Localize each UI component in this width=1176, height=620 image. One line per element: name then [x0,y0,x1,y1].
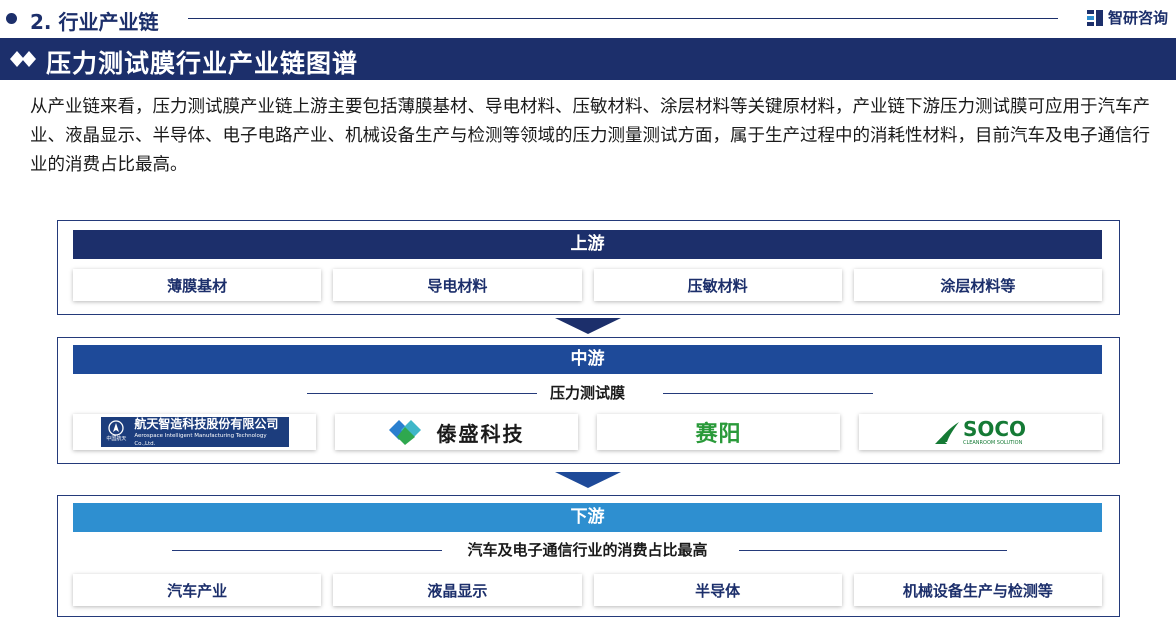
downstream-box: 下游 汽车及电子通信行业的消费占比最高 汽车产业 液晶显示 半导体 机械设备生产… [57,495,1120,617]
upstream-box: 上游 薄膜基材 导电材料 压敏材料 涂层材料等 [57,220,1120,315]
brand-logo: 智研咨询 [1086,7,1168,28]
bullet-dot [6,13,17,24]
header-divider [188,18,1058,19]
upstream-item: 涂层材料等 [853,269,1102,301]
down-arrow-icon [555,472,621,488]
company-card: 中国航天 航天智造科技股份有限公司 Aerospace Intelligent … [73,414,316,450]
shengsheng-logo: 傣盛科技 [388,418,525,447]
downstream-item: 半导体 [593,574,842,606]
intro-paragraph: 从产业链来看，压力测试膜产业链上游主要包括薄膜基材、导电材料、压敏材料、涂层材料… [30,97,1150,175]
downstream-items: 汽车产业 液晶显示 半导体 机械设备生产与检测等 [73,574,1102,606]
page-title: 压力测试膜行业产业链图谱 [46,49,359,78]
upstream-item: 薄膜基材 [73,269,322,301]
aerospace-emblem-icon: 中国航天 [105,420,129,444]
midstream-box: 中游 压力测试膜 中国航天 航天智造科技股份有限公司 Aerospace Int… [57,337,1120,464]
downstream-item: 液晶显示 [333,574,582,606]
section-header: 2. 行业产业链 智研咨询 [0,0,1176,38]
midstream-header: 中游 [73,345,1102,374]
downstream-header: 下游 [73,503,1102,532]
company-card: 傣盛科技 [335,414,578,450]
title-banner: 压力测试膜行业产业链图谱 [0,38,1176,80]
diamond-icon [10,51,36,67]
aerospace-name-en: Aerospace Intelligent Manufacturing Tech… [134,432,267,447]
brand-name: 智研咨询 [1107,9,1168,27]
upstream-items: 薄膜基材 导电材料 压敏材料 涂层材料等 [73,269,1102,301]
midstream-subtitle-row: 压力测试膜 [73,383,1102,403]
diamond-logo-icon [388,420,421,445]
downstream-item: 机械设备生产与检测等 [853,574,1102,606]
soco-swoosh-icon [934,422,959,444]
downstream-item: 汽车产业 [73,574,322,606]
divider-line [663,393,873,394]
upstream-item: 压敏材料 [593,269,842,301]
soco-tagline: CLEANROOM SOLUTION [962,440,1023,446]
company-card: SOCO CLEANROOM SOLUTION [859,414,1102,450]
soco-logo: SOCO CLEANROOM SOLUTION [934,417,1027,446]
brand-icon [1086,9,1103,26]
section-title: 2. 行业产业链 [30,10,159,34]
downstream-subtitle-row: 汽车及电子通信行业的消费占比最高 [73,540,1102,560]
saiyang-logo: 赛阳 [695,422,742,447]
upstream-header: 上游 [73,230,1102,259]
divider-line [739,550,1007,551]
midstream-subtitle: 压力测试膜 [549,384,625,402]
company-card: 赛阳 [597,414,840,450]
soco-name: SOCO [962,417,1027,441]
aerospace-name: 航天智造科技股份有限公司 [134,416,279,431]
shengsheng-name: 傣盛科技 [436,421,525,446]
aerospace-logo: 中国航天 航天智造科技股份有限公司 Aerospace Intelligent … [100,416,289,447]
upstream-item: 导电材料 [333,269,582,301]
midstream-logos: 中国航天 航天智造科技股份有限公司 Aerospace Intelligent … [73,414,1102,450]
down-arrow-icon [555,318,621,334]
